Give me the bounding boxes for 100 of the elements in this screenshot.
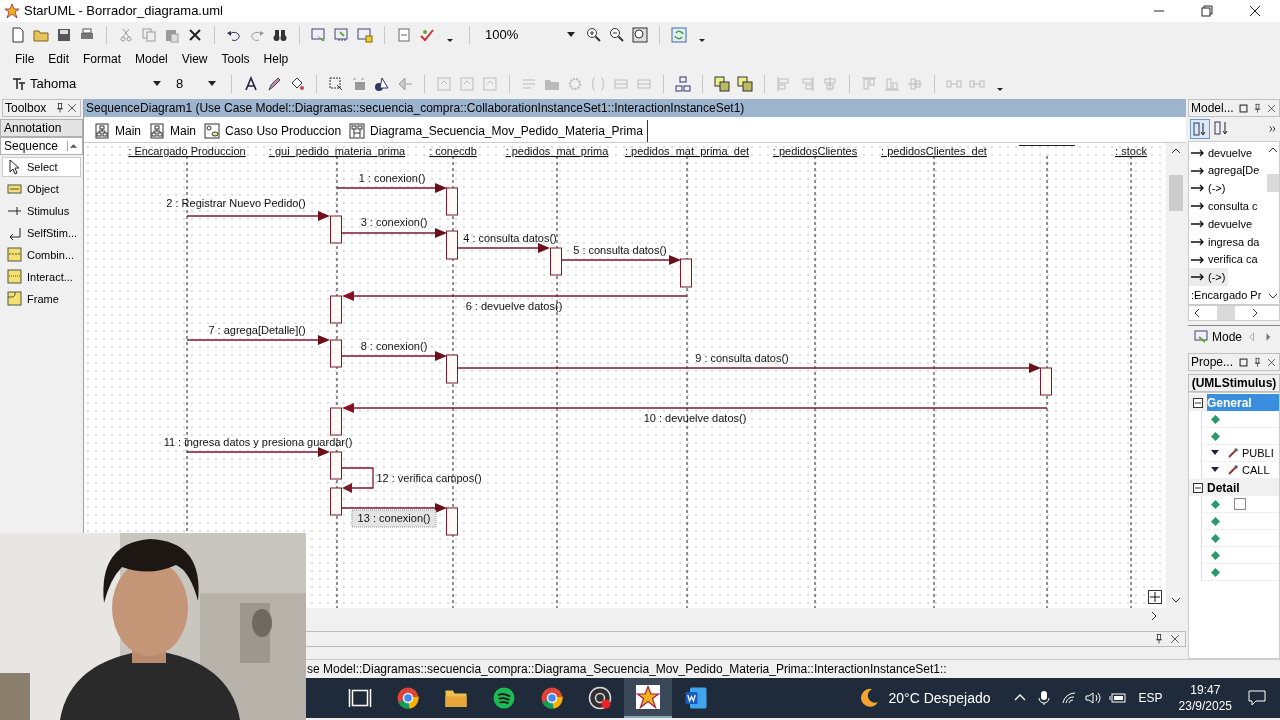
menu-item[interactable]: Model [128, 50, 175, 68]
toolbox-item[interactable]: Select [2, 157, 81, 177]
language-indicator[interactable]: ESP [1138, 689, 1163, 707]
save-icon[interactable] [56, 27, 72, 43]
wifi-icon[interactable] [1060, 691, 1077, 705]
overlap-icon[interactable] [714, 75, 730, 92]
diagram-tab[interactable]: Caso Uso Produccion [200, 120, 346, 142]
speaker-icon[interactable] [1084, 691, 1101, 705]
menu-item[interactable]: Help [256, 50, 296, 68]
tree-icon[interactable] [675, 75, 691, 92]
microphone-icon[interactable] [1036, 690, 1051, 706]
tree-item[interactable]: devuelve [1189, 215, 1267, 233]
horizontal-scrollbar[interactable] [1188, 305, 1280, 321]
toolbox-item[interactable]: Combin... [2, 245, 81, 265]
tree-item[interactable]: (->) [1189, 268, 1229, 287]
maximize-icon[interactable] [1238, 356, 1249, 368]
tree-item[interactable]: ingresa da [1189, 232, 1267, 251]
close-icon[interactable] [1249, 5, 1261, 17]
scroll-right-icon[interactable] [1150, 611, 1158, 621]
frame-icon [7, 291, 23, 307]
scroll-up-icon[interactable] [1171, 147, 1181, 155]
scroll-thumb[interactable] [1217, 306, 1235, 320]
notification-icon[interactable] [1248, 690, 1266, 706]
scroll-down-icon[interactable] [1268, 292, 1278, 300]
overlap-icon[interactable] [737, 75, 753, 92]
activation-bar [330, 295, 342, 324]
message-label: 9 : consulta datos() [695, 352, 789, 364]
tree-item[interactable]: consulta c [1189, 197, 1267, 216]
panel-tab[interactable]: Mode [1188, 327, 1243, 346]
caret-down-icon[interactable] [208, 80, 216, 87]
caret-down-icon[interactable] [153, 80, 161, 87]
move-handle-icon[interactable] [1148, 590, 1162, 604]
toolbox-item[interactable]: SelfStim... [2, 223, 81, 243]
diagram-icon[interactable] [357, 27, 373, 43]
scroll-down-icon[interactable] [1171, 596, 1181, 604]
scroll-left-icon[interactable] [1193, 308, 1201, 318]
pin-icon[interactable] [1252, 102, 1263, 114]
menu-item[interactable]: Edit [41, 50, 77, 68]
toolbox-item[interactable]: Frame [2, 289, 81, 309]
menu-item[interactable]: View [174, 50, 215, 68]
new-file-icon[interactable] [10, 27, 26, 43]
menu-item[interactable]: File [8, 50, 42, 68]
zoom-fit-icon[interactable] [632, 27, 648, 43]
menu-item[interactable]: Tools [214, 50, 257, 68]
diagram-icon[interactable] [334, 27, 350, 43]
collapse-icon[interactable] [1193, 397, 1203, 408]
maximize-icon[interactable] [1238, 102, 1249, 114]
scroll-right-icon[interactable] [1251, 308, 1259, 318]
scroll-thumb[interactable] [1169, 175, 1183, 211]
toolbox-item[interactable]: Interact... [2, 267, 81, 287]
pin-icon[interactable] [1153, 633, 1165, 645]
moon-icon[interactable] [858, 687, 881, 709]
diagram-tab[interactable]: Main [90, 120, 145, 142]
close-icon[interactable] [1169, 633, 1181, 645]
taskbar-app[interactable] [624, 678, 672, 718]
tree-item[interactable]: verifica ca [1189, 250, 1267, 269]
sort-alpha-icon[interactable] [1214, 121, 1230, 137]
delete-icon[interactable] [187, 27, 203, 43]
paint-bucket-icon[interactable] [289, 75, 305, 92]
caret-down-icon[interactable] [567, 32, 575, 38]
clock[interactable]: 19:47 23/9/2025 [1178, 682, 1232, 714]
font-field[interactable]: Tahoma [8, 73, 165, 94]
pin-icon[interactable] [1252, 356, 1263, 368]
zoom-out-icon[interactable] [609, 27, 625, 43]
tree-item[interactable]: agrega[De [1189, 161, 1267, 180]
binoculars-icon[interactable] [272, 27, 288, 43]
select-box-icon[interactable] [328, 75, 344, 92]
shapes-icon[interactable] [374, 75, 390, 92]
tree-item[interactable]: devuelve [1189, 144, 1267, 162]
weather-text[interactable]: 20°C Despejado [888, 687, 991, 709]
close-icon[interactable] [66, 102, 78, 114]
sort-numeric-button[interactable] [1190, 119, 1210, 139]
star-logo-icon [4, 3, 20, 19]
zoom-in-icon[interactable] [586, 27, 602, 43]
collapse-icon[interactable] [1193, 482, 1203, 493]
pin-icon[interactable] [54, 102, 66, 114]
folder-icon[interactable] [33, 27, 49, 43]
diagram-tab[interactable]: Main [145, 120, 201, 142]
tree-item[interactable]: (->) [1189, 179, 1267, 198]
dropdown-arrow-icon[interactable] [1211, 450, 1219, 456]
scroll-up-icon[interactable] [1268, 146, 1278, 154]
toolbox-group-tab[interactable]: Annotation [0, 119, 83, 137]
chevron-right-icon[interactable] [1268, 124, 1278, 134]
diagram-icon[interactable] [311, 27, 327, 43]
checkbox[interactable] [1234, 498, 1246, 510]
toolbox-item[interactable]: Object [2, 179, 81, 199]
battery-icon[interactable] [1108, 692, 1127, 704]
dropdown-arrow-icon[interactable] [1211, 467, 1219, 473]
toolbox-group-tab[interactable]: Sequence [0, 137, 83, 155]
menu-item[interactable]: Format [76, 50, 129, 68]
font-color-icon[interactable] [243, 75, 259, 92]
toolbox-item[interactable]: Stimulus [2, 201, 81, 221]
pen-icon[interactable] [266, 75, 282, 92]
restore-icon[interactable] [1201, 5, 1213, 17]
checkmark-icon[interactable] [419, 27, 435, 43]
arrow-icon [1191, 255, 1205, 264]
refresh-icon[interactable] [671, 27, 687, 43]
tree-item[interactable]: :Encargado Pr [1189, 286, 1267, 304]
scroll-thumb[interactable] [1267, 174, 1279, 192]
collapse-arrow-icon[interactable] [67, 141, 79, 151]
